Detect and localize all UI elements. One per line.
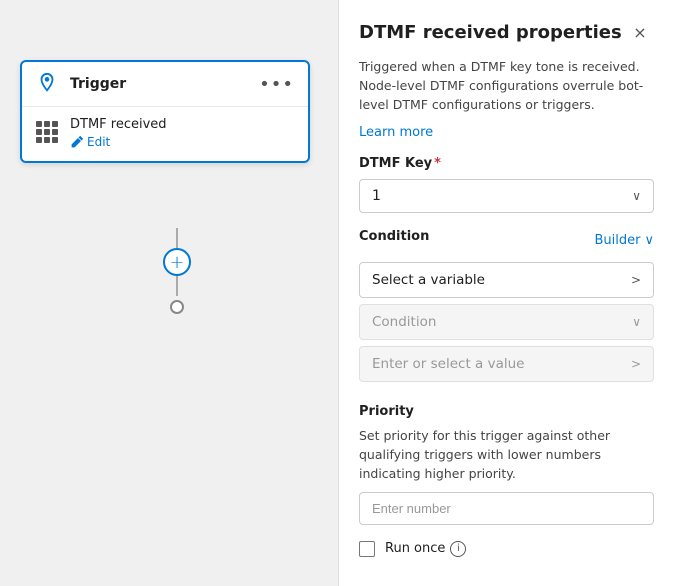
condition-chevron-icon: ∨ xyxy=(632,315,641,329)
builder-link[interactable]: Builder ∨ xyxy=(595,233,655,248)
condition-value-chevron-icon: > xyxy=(631,357,641,371)
dtmf-key-chevron-icon: ∨ xyxy=(632,189,641,203)
edit-link[interactable]: Edit xyxy=(70,135,167,149)
run-once-row: Run once i xyxy=(339,541,674,577)
end-circle xyxy=(170,300,184,314)
line-bottom xyxy=(176,276,178,296)
priority-label: Priority xyxy=(359,404,654,419)
condition-dropdown: Condition ∨ xyxy=(359,304,654,340)
dtmf-icon xyxy=(36,121,60,145)
canvas-panel: Trigger ••• DTMF received xyxy=(0,0,338,586)
condition-value-dropdown: Enter or select a value > xyxy=(359,346,654,382)
condition-section: Condition Builder ∨ Select a variable > … xyxy=(339,229,674,404)
condition-placeholder: Condition xyxy=(372,314,436,330)
priority-description: Set priority for this trigger against ot… xyxy=(359,427,654,483)
trigger-menu-button[interactable]: ••• xyxy=(259,74,294,95)
dtmf-key-value: 1 xyxy=(372,188,381,204)
select-variable-label: Select a variable xyxy=(372,272,485,288)
connector: + xyxy=(163,228,191,314)
run-once-info-icon[interactable]: i xyxy=(450,541,466,557)
trigger-item-info: DTMF received Edit xyxy=(70,117,167,149)
learn-more-link[interactable]: Learn more xyxy=(359,125,433,140)
condition-header: Condition Builder ∨ xyxy=(359,229,654,252)
panel-header: DTMF received properties × xyxy=(339,0,674,58)
run-once-label: Run once i xyxy=(385,541,466,557)
trigger-header-left: Trigger xyxy=(36,72,126,96)
trigger-title: Trigger xyxy=(70,76,126,92)
dtmf-key-section: DTMF Key* 1 ∨ xyxy=(339,156,674,229)
dtmf-key-label: DTMF Key* xyxy=(359,156,654,171)
builder-chevron-icon: ∨ xyxy=(644,233,654,248)
condition-label: Condition xyxy=(359,229,429,244)
edit-icon xyxy=(70,136,83,149)
run-once-checkbox[interactable] xyxy=(359,541,375,557)
select-variable-dropdown[interactable]: Select a variable > xyxy=(359,262,654,298)
trigger-node: Trigger ••• DTMF received xyxy=(20,60,310,163)
trigger-icon xyxy=(36,72,60,96)
condition-value-placeholder: Enter or select a value xyxy=(372,356,524,372)
priority-input[interactable] xyxy=(359,492,654,525)
trigger-header: Trigger ••• xyxy=(22,62,308,107)
select-variable-chevron-icon: > xyxy=(631,273,641,287)
line-top xyxy=(176,228,178,248)
dtmf-key-dropdown[interactable]: 1 ∨ xyxy=(359,179,654,213)
trigger-item-name: DTMF received xyxy=(70,117,167,132)
learn-more-section: Learn more xyxy=(339,124,674,156)
panel-title: DTMF received properties xyxy=(359,22,622,43)
trigger-body: DTMF received Edit xyxy=(22,107,308,161)
required-star: * xyxy=(434,156,441,171)
priority-section: Priority Set priority for this trigger a… xyxy=(339,404,674,540)
close-button[interactable]: × xyxy=(626,18,654,46)
properties-panel: DTMF received properties × Triggered whe… xyxy=(338,0,674,586)
add-step-button[interactable]: + xyxy=(163,248,191,276)
panel-description: Triggered when a DTMF key tone is receiv… xyxy=(339,58,674,124)
